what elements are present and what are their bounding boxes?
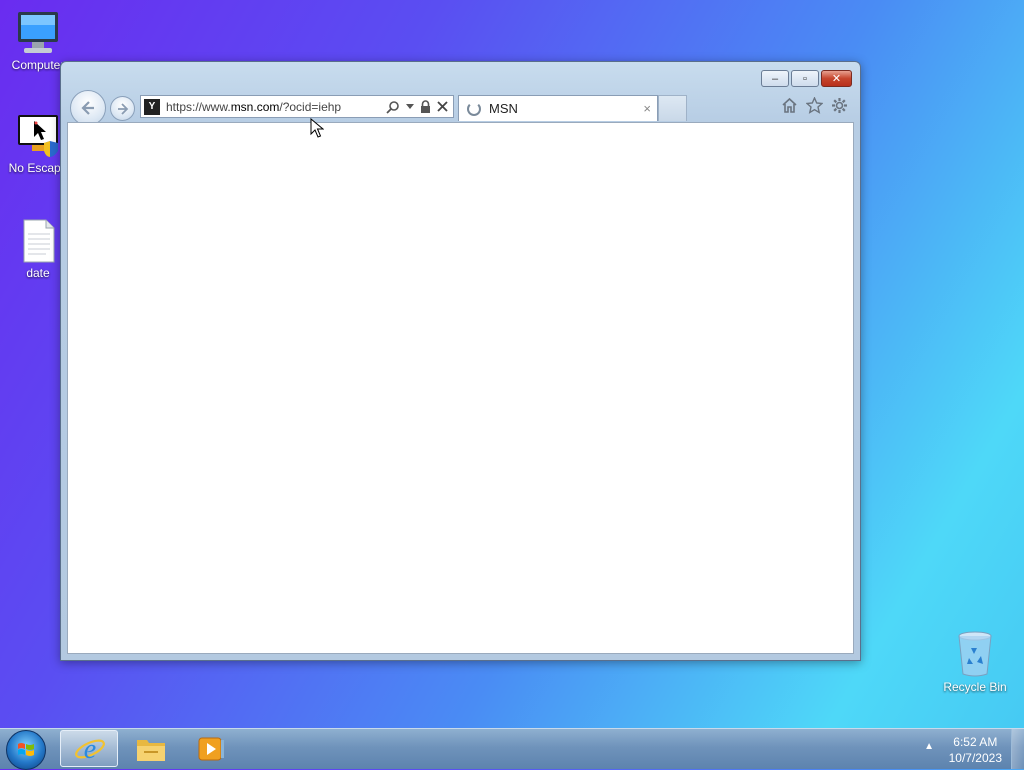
- close-button[interactable]: ✕: [821, 70, 852, 87]
- tab-msn[interactable]: MSN ×: [458, 95, 658, 121]
- new-tab-button[interactable]: [658, 95, 687, 121]
- no-escape-icon: [18, 115, 58, 157]
- text-file-icon: [23, 219, 55, 263]
- forward-arrow-icon: [117, 102, 128, 115]
- address-tools: [386, 100, 453, 114]
- taskbar-clock[interactable]: 6:52 AM 10/7/2023: [949, 734, 1002, 766]
- minimize-button[interactable]: –: [761, 70, 789, 87]
- clock-date: 10/7/2023: [948, 751, 1002, 765]
- loading-spinner-icon: [467, 101, 481, 116]
- url-domain: msn.com: [230, 99, 280, 114]
- show-hidden-icons-button[interactable]: ▲: [924, 741, 934, 752]
- lock-icon[interactable]: [420, 100, 431, 113]
- show-desktop-button[interactable]: [1011, 729, 1024, 769]
- browser-window[interactable]: – ▫ ✕ Y https://www.msn.com/?ocid=iehp M…: [60, 61, 861, 661]
- start-button[interactable]: [6, 730, 46, 770]
- caption-buttons: – ▫ ✕: [759, 70, 852, 87]
- settings-gear-icon[interactable]: [831, 97, 848, 114]
- page-content-area[interactable]: [67, 122, 854, 654]
- address-bar[interactable]: Y https://www.msn.com/?ocid=iehp: [140, 95, 454, 118]
- url-suffix: /?ocid=iehp: [279, 99, 342, 114]
- address-url[interactable]: https://www.msn.com/?ocid=iehp: [166, 100, 386, 114]
- windows-logo-icon: [18, 743, 34, 756]
- back-arrow-icon: [81, 101, 94, 115]
- taskbar: e ▲ 6:52 AM 10/7/2023: [0, 728, 1024, 770]
- search-icon[interactable]: [386, 100, 400, 114]
- clock-time: 6:52 AM: [953, 735, 998, 749]
- maximize-button[interactable]: ▫: [791, 70, 819, 87]
- tab-label: MSN: [489, 101, 518, 116]
- taskbar-internet-explorer[interactable]: e: [60, 730, 118, 767]
- favorites-star-icon[interactable]: [806, 97, 823, 114]
- home-icon[interactable]: [781, 97, 798, 114]
- dropdown-arrow-icon[interactable]: [406, 103, 414, 110]
- taskbar-media-player[interactable]: [182, 730, 240, 767]
- command-icons: [781, 97, 848, 114]
- svg-text:e: e: [84, 734, 96, 764]
- mouse-cursor-icon: [310, 118, 324, 138]
- url-prefix: https://www.: [166, 99, 231, 114]
- recycle-bin-icon: [958, 631, 992, 677]
- computer-icon: [18, 12, 58, 53]
- tab-close-icon[interactable]: ×: [643, 101, 651, 116]
- stop-icon[interactable]: [437, 101, 448, 112]
- internet-explorer-icon: e: [75, 734, 105, 764]
- back-button[interactable]: [70, 90, 106, 126]
- file-explorer-icon: [137, 740, 165, 761]
- site-favicon-icon: Y: [144, 98, 160, 115]
- forward-button[interactable]: [110, 96, 135, 121]
- media-player-icon: [198, 737, 224, 761]
- desktop-icon-recycle-bin[interactable]: Recycle Bin: [935, 630, 1015, 694]
- desktop-icon-label: Recycle Bin: [943, 680, 1007, 694]
- taskbar-file-explorer[interactable]: [122, 730, 180, 767]
